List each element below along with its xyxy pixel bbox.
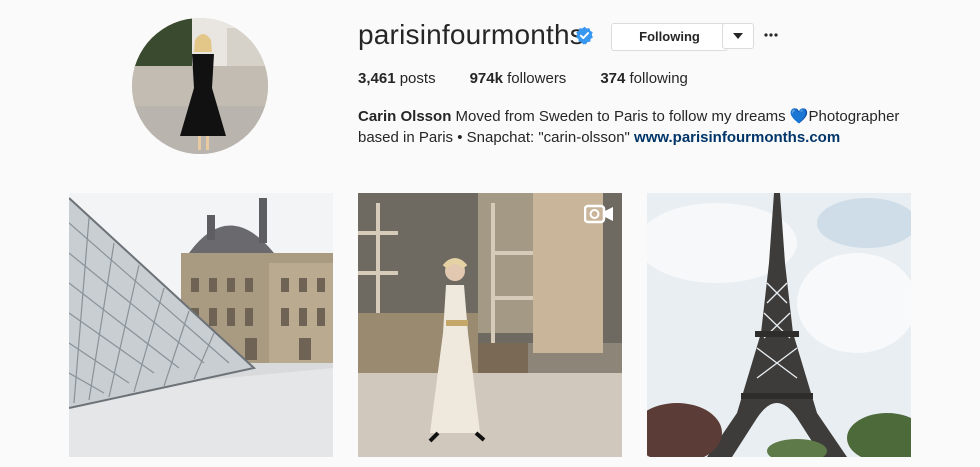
- website-link[interactable]: www.parisinfourmonths.com: [634, 129, 840, 146]
- following-count: 374: [600, 70, 626, 87]
- profile-bio: Carin Olsson Moved from Sweden to Paris …: [358, 106, 918, 148]
- video-icon: [584, 204, 613, 224]
- posts-stat: 3,461 posts: [358, 70, 436, 88]
- eiffel-tower-photo: [647, 193, 911, 457]
- louvre-pyramid-photo: [69, 193, 333, 457]
- following-label: following: [629, 70, 688, 87]
- posts-label: posts: [399, 70, 436, 87]
- chevron-down-icon: [733, 33, 743, 39]
- profile-avatar[interactable]: [132, 18, 268, 154]
- posts-count: 3,461: [358, 70, 396, 87]
- following-stat[interactable]: 374 following: [600, 70, 688, 88]
- suggestions-dropdown-button[interactable]: [722, 23, 754, 49]
- followers-count: 974k: [469, 70, 503, 87]
- profile-page: parisinfourmonths Following 3,461 posts …: [0, 0, 980, 467]
- bio-text-line2: based in Paris • Snapchat: "carin-olsson…: [358, 129, 630, 146]
- bio-text-line1: Moved from Sweden to Paris to follow my …: [455, 108, 900, 125]
- followers-label: followers: [507, 70, 567, 87]
- more-options-button[interactable]: [761, 25, 781, 45]
- profile-full-name: Carin Olsson: [358, 108, 452, 125]
- post-thumbnail[interactable]: [358, 193, 622, 457]
- more-options-icon: [764, 33, 778, 37]
- followers-stat[interactable]: 974k followers: [470, 70, 567, 88]
- post-thumbnail[interactable]: [69, 193, 333, 457]
- profile-stats: 3,461 posts 974k followers 374 following: [358, 70, 722, 88]
- profile-username: parisinfourmonths: [358, 19, 584, 50]
- post-thumbnail[interactable]: [647, 193, 911, 457]
- runway-model-photo: [358, 193, 622, 457]
- following-button[interactable]: Following: [611, 23, 728, 51]
- verified-badge-icon: [576, 26, 593, 45]
